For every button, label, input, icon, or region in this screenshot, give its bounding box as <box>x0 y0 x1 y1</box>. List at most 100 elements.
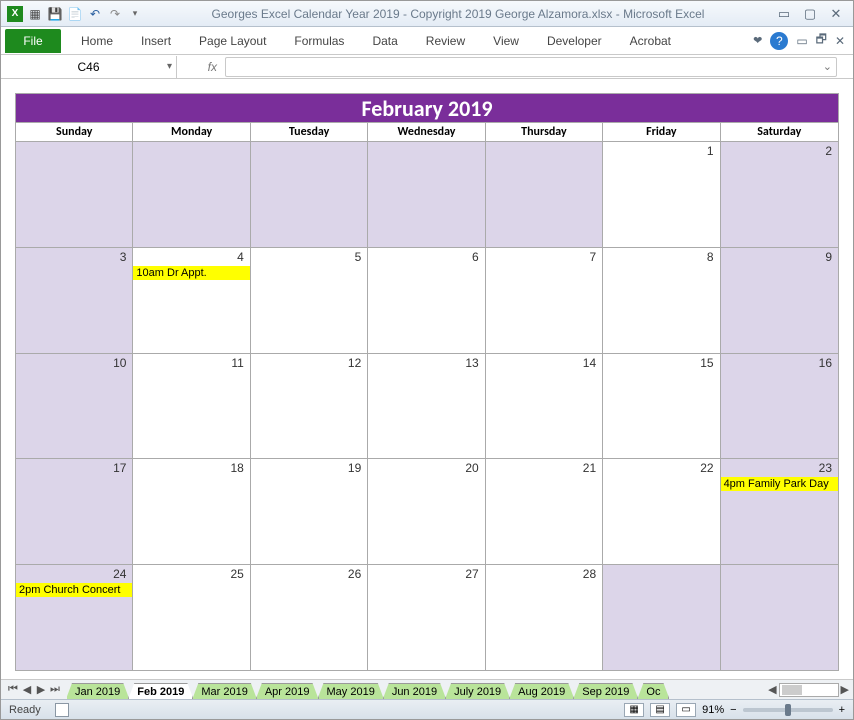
calendar-cell[interactable]: 8 <box>603 248 720 353</box>
sheet-tab[interactable]: Jun 2019 <box>383 683 446 699</box>
calendar-cell[interactable]: 13 <box>368 354 485 459</box>
calendar-cell[interactable]: 21 <box>486 459 603 564</box>
ribbon-close-icon[interactable]: ✕ <box>835 34 845 48</box>
scroll-left-icon[interactable]: ◀ <box>768 683 776 696</box>
name-box[interactable]: C46 ▾ <box>1 56 177 78</box>
calendar-cell[interactable]: 6 <box>368 248 485 353</box>
undo-icon[interactable]: ↶ <box>87 6 103 22</box>
file-tab[interactable]: File <box>5 29 61 53</box>
calendar-cell[interactable]: 22 <box>603 459 720 564</box>
calendar-cell[interactable]: 25 <box>133 565 250 670</box>
sheet-tab[interactable]: Sep 2019 <box>573 683 638 699</box>
sheet-tab[interactable]: Apr 2019 <box>256 683 319 699</box>
calendar-cell[interactable]: 12 <box>251 354 368 459</box>
calendar-cell[interactable]: 5 <box>251 248 368 353</box>
tab-data[interactable]: Data <box>358 27 411 54</box>
calendar-cell[interactable]: 15 <box>603 354 720 459</box>
save-as-icon[interactable]: 📄 <box>67 6 83 22</box>
sheet-tab[interactable]: Jan 2019 <box>67 683 129 699</box>
week-row: 12 <box>16 142 838 248</box>
day-number: 12 <box>348 356 361 370</box>
horizontal-scrollbar[interactable] <box>779 683 839 697</box>
tab-home[interactable]: Home <box>67 27 127 54</box>
zoom-out-icon[interactable]: − <box>730 704 736 716</box>
day-number: 22 <box>700 461 713 475</box>
calendar-cell[interactable]: 17 <box>16 459 133 564</box>
calendar-cell[interactable]: 234pm Family Park Day <box>721 459 838 564</box>
tab-next-icon[interactable]: ▶ <box>35 683 47 696</box>
tab-review[interactable]: Review <box>412 27 479 54</box>
close-icon[interactable]: ✕ <box>827 7 845 21</box>
zoom-in-icon[interactable]: + <box>839 704 845 716</box>
normal-view-icon[interactable]: ▦ <box>624 703 644 717</box>
save-icon[interactable]: 💾 <box>47 6 63 22</box>
calendar-cell[interactable]: 10 <box>16 354 133 459</box>
tab-formulas[interactable]: Formulas <box>280 27 358 54</box>
tab-view[interactable]: View <box>479 27 533 54</box>
tab-prev-icon[interactable]: ◀ <box>21 683 33 696</box>
ribbon-minimize-icon[interactable]: ▭ <box>796 34 807 48</box>
calendar-event[interactable]: 2pm Church Concert <box>16 583 132 597</box>
zoom-level[interactable]: 91% <box>702 704 724 716</box>
sheet-tab[interactable]: Aug 2019 <box>509 683 574 699</box>
calendar-cell[interactable]: 7 <box>486 248 603 353</box>
calendar-cell[interactable]: 3 <box>16 248 133 353</box>
calendar-cell[interactable] <box>133 142 250 247</box>
calendar-cell[interactable]: 18 <box>133 459 250 564</box>
name-box-dropdown-icon[interactable]: ▾ <box>167 61 172 72</box>
day-number: 16 <box>819 356 832 370</box>
redo-icon[interactable]: ↷ <box>107 6 123 22</box>
calendar-cell[interactable] <box>721 565 838 670</box>
formula-expand-icon[interactable]: ⌄ <box>823 60 832 73</box>
status-ready: Ready <box>1 704 49 716</box>
tab-acrobat[interactable]: Acrobat <box>616 27 685 54</box>
maximize-icon[interactable]: ▢ <box>801 7 819 21</box>
day-number: 9 <box>825 250 832 264</box>
calendar-cell[interactable]: 28 <box>486 565 603 670</box>
calendar-cell[interactable]: 27 <box>368 565 485 670</box>
calendar-cell[interactable]: 9 <box>721 248 838 353</box>
ribbon-restore-icon[interactable]: 🗗 <box>816 30 827 51</box>
calendar-cell[interactable]: 20 <box>368 459 485 564</box>
calendar-cell[interactable]: 19 <box>251 459 368 564</box>
calendar-cell[interactable]: 11 <box>133 354 250 459</box>
tab-insert[interactable]: Insert <box>127 27 185 54</box>
calendar-cell[interactable]: 410am Dr Appt. <box>133 248 250 353</box>
calendar-cell[interactable]: 2 <box>721 142 838 247</box>
tab-developer[interactable]: Developer <box>533 27 616 54</box>
calendar-cell[interactable] <box>603 565 720 670</box>
calendar-event[interactable]: 4pm Family Park Day <box>721 477 838 491</box>
help-icon[interactable]: ? <box>770 32 788 50</box>
formula-bar[interactable]: ⌄ <box>225 57 837 77</box>
qat-dropdown-icon[interactable]: ▾ <box>127 6 143 22</box>
sheet-tab[interactable]: May 2019 <box>318 683 384 699</box>
minimize-icon[interactable]: ▭ <box>775 7 793 21</box>
qat-customize-icon[interactable]: ▦ <box>27 6 43 22</box>
scroll-right-icon[interactable]: ▶ <box>841 683 849 696</box>
excel-icon[interactable]: X <box>7 6 23 22</box>
sheet-tab[interactable]: Feb 2019 <box>128 683 193 699</box>
calendar-cell[interactable]: 16 <box>721 354 838 459</box>
calendar-cell[interactable] <box>486 142 603 247</box>
calendar-cell[interactable]: 26 <box>251 565 368 670</box>
sheet-tab[interactable]: July 2019 <box>445 683 510 699</box>
calendar-cell[interactable]: 14 <box>486 354 603 459</box>
day-of-week-row: SundayMondayTuesdayWednesdayThursdayFrid… <box>16 122 838 142</box>
zoom-slider[interactable] <box>743 708 833 712</box>
macro-record-icon[interactable] <box>55 703 69 717</box>
calendar-cell[interactable] <box>251 142 368 247</box>
page-layout-view-icon[interactable]: ▤ <box>650 703 670 717</box>
fx-icon[interactable]: fx <box>177 60 225 74</box>
sheet-tab[interactable]: Mar 2019 <box>192 683 256 699</box>
calendar-cell[interactable]: 242pm Church Concert <box>16 565 133 670</box>
calendar-event[interactable]: 10am Dr Appt. <box>133 266 249 280</box>
tab-first-icon[interactable]: ⏮ <box>7 683 19 696</box>
tab-page-layout[interactable]: Page Layout <box>185 27 280 54</box>
calendar-cell[interactable] <box>368 142 485 247</box>
ribbon-options-icon[interactable]: ❤ <box>753 34 762 47</box>
calendar-cell[interactable]: 1 <box>603 142 720 247</box>
sheet-tab[interactable]: Oc <box>637 683 669 699</box>
calendar-cell[interactable] <box>16 142 133 247</box>
tab-last-icon[interactable]: ⏭ <box>49 683 61 696</box>
page-break-view-icon[interactable]: ▭ <box>676 703 696 717</box>
